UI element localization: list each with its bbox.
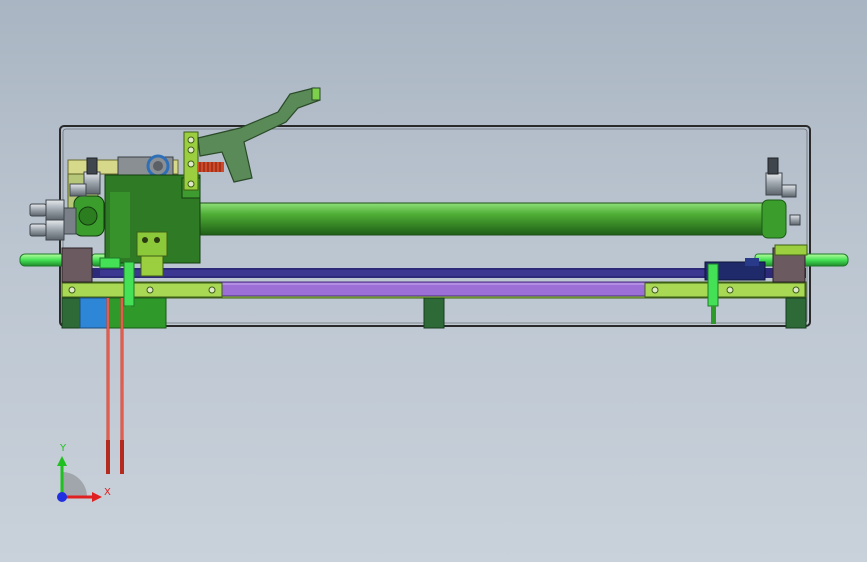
end-cap-left	[61, 247, 93, 283]
guide-rail	[219, 281, 651, 297]
triad-x-arrow-icon	[92, 492, 102, 502]
right-coupler	[761, 199, 808, 256]
triad-y-label: Y	[60, 443, 67, 454]
triad-z-axis-icon	[57, 492, 67, 502]
coordinate-triad	[57, 456, 102, 502]
triad-plane-icon	[62, 472, 87, 497]
rail-plate-left	[61, 282, 223, 298]
main-shaft	[194, 202, 776, 236]
support-feet	[61, 297, 807, 329]
triad-x-label: X	[104, 487, 111, 498]
cad-viewport[interactable]	[0, 0, 867, 562]
rail-plate-right	[644, 282, 806, 298]
spring	[198, 162, 224, 172]
right-bracket	[707, 263, 719, 324]
lever-bracket	[183, 131, 199, 191]
actuator	[117, 154, 174, 178]
left-coupler	[73, 195, 105, 237]
triad-y-arrow-icon	[57, 456, 67, 466]
